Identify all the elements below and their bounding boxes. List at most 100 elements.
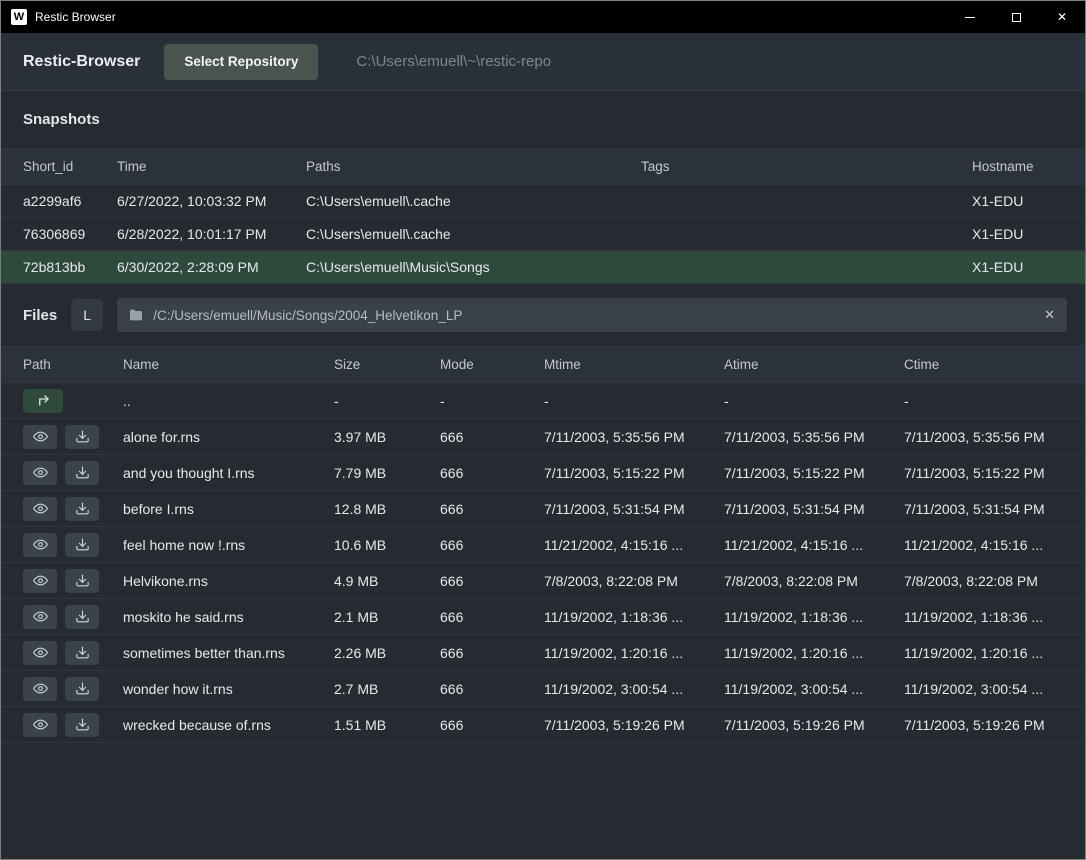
snapshot-paths: C:\Users\emuell\.cache <box>306 193 641 209</box>
column-mtime: Mtime <box>544 357 724 372</box>
file-mode: 666 <box>440 573 544 589</box>
file-atime: 7/11/2003, 5:19:26 PM <box>724 717 904 733</box>
column-name: Name <box>123 357 334 372</box>
download-file-button[interactable] <box>65 461 99 485</box>
file-row: wonder how it.rns 2.7 MB 666 11/19/2002,… <box>1 671 1085 707</box>
download-file-button[interactable] <box>65 677 99 701</box>
file-atime: 7/11/2003, 5:31:54 PM <box>724 501 904 517</box>
file-name: alone for.rns <box>123 429 334 445</box>
download-file-button[interactable] <box>65 641 99 665</box>
column-hostname: Hostname <box>972 159 1063 174</box>
column-atime: Atime <box>724 357 904 372</box>
column-time: Time <box>117 159 306 174</box>
column-mode: Mode <box>440 357 544 372</box>
repository-path: C:\Users\emuell\~\restic-repo <box>356 53 551 70</box>
preview-file-button[interactable] <box>23 461 57 485</box>
file-row: before I.rns 12.8 MB 666 7/11/2003, 5:31… <box>1 491 1085 527</box>
download-file-button[interactable] <box>65 569 99 593</box>
file-ctime: 11/19/2002, 1:18:36 ... <box>904 609 1063 625</box>
download-file-button[interactable] <box>65 713 99 737</box>
file-size: 12.8 MB <box>334 501 440 517</box>
snapshot-row[interactable]: a2299af6 6/27/2022, 10:03:32 PM C:\Users… <box>1 185 1085 218</box>
file-row: sometimes better than.rns 2.26 MB 666 11… <box>1 635 1085 671</box>
file-row: Helvikone.rns 4.9 MB 666 7/8/2003, 8:22:… <box>1 563 1085 599</box>
select-repository-button[interactable]: Select Repository <box>164 44 318 80</box>
file-mode: 666 <box>440 501 544 517</box>
file-mtime: 7/11/2003, 5:15:22 PM <box>544 465 724 481</box>
snapshot-row[interactable]: 72b813bb 6/30/2022, 2:28:09 PM C:\Users\… <box>1 251 1085 284</box>
snapshot-time: 6/27/2022, 10:03:32 PM <box>117 193 306 209</box>
preview-file-button[interactable] <box>23 497 57 521</box>
preview-file-button[interactable] <box>23 533 57 557</box>
file-mtime: 7/11/2003, 5:19:26 PM <box>544 717 724 733</box>
preview-file-button[interactable] <box>23 425 57 449</box>
titlebar: W Restic Browser ✕ <box>1 1 1085 33</box>
minimize-button[interactable] <box>947 1 993 33</box>
download-file-button[interactable] <box>65 497 99 521</box>
file-size: 3.97 MB <box>334 429 440 445</box>
file-name: before I.rns <box>123 501 334 517</box>
preview-file-button[interactable] <box>23 605 57 629</box>
file-size: 10.6 MB <box>334 537 440 553</box>
snapshots-header-row: Short_id Time Paths Tags Hostname <box>1 148 1085 185</box>
eye-icon <box>33 681 48 696</box>
download-file-button[interactable] <box>65 605 99 629</box>
file-mtime: - <box>544 393 724 409</box>
file-size: - <box>334 393 440 409</box>
column-ctime: Ctime <box>904 357 1063 372</box>
go-up-button[interactable] <box>23 389 63 413</box>
file-name: wrecked because of.rns <box>123 717 334 733</box>
column-size: Size <box>334 357 440 372</box>
file-mode: 666 <box>440 645 544 661</box>
latest-snapshot-button[interactable]: L <box>71 299 103 331</box>
file-atime: 7/11/2003, 5:15:22 PM <box>724 465 904 481</box>
file-mtime: 11/21/2002, 4:15:16 ... <box>544 537 724 553</box>
file-size: 4.9 MB <box>334 573 440 589</box>
file-mtime: 7/11/2003, 5:35:56 PM <box>544 429 724 445</box>
files-bar: Files L ✕ <box>1 284 1085 346</box>
eye-icon <box>33 645 48 660</box>
file-row: wrecked because of.rns 1.51 MB 666 7/11/… <box>1 707 1085 743</box>
eye-icon <box>33 717 48 732</box>
snapshot-time: 6/30/2022, 2:28:09 PM <box>117 259 306 275</box>
download-icon <box>75 429 90 444</box>
file-mode: 666 <box>440 609 544 625</box>
file-ctime: 7/11/2003, 5:31:54 PM <box>904 501 1063 517</box>
download-icon <box>75 537 90 552</box>
eye-icon <box>33 609 48 624</box>
snapshot-hostname: X1-EDU <box>972 259 1063 275</box>
preview-file-button[interactable] <box>23 713 57 737</box>
file-mtime: 7/11/2003, 5:31:54 PM <box>544 501 724 517</box>
preview-file-button[interactable] <box>23 569 57 593</box>
preview-file-button[interactable] <box>23 677 57 701</box>
close-button[interactable]: ✕ <box>1039 1 1085 33</box>
snapshot-row[interactable]: 76306869 6/28/2022, 10:01:17 PM C:\Users… <box>1 218 1085 251</box>
file-size: 2.1 MB <box>334 609 440 625</box>
preview-file-button[interactable] <box>23 641 57 665</box>
file-name: feel home now !.rns <box>123 537 334 553</box>
file-ctime: 7/8/2003, 8:22:08 PM <box>904 573 1063 589</box>
download-file-button[interactable] <box>65 533 99 557</box>
download-file-button[interactable] <box>65 425 99 449</box>
file-row: moskito he said.rns 2.1 MB 666 11/19/200… <box>1 599 1085 635</box>
maximize-button[interactable] <box>993 1 1039 33</box>
column-tags: Tags <box>641 159 972 174</box>
window-title: Restic Browser <box>35 10 116 24</box>
parent-directory-row: .. - - - - - <box>1 383 1085 419</box>
file-ctime: 11/19/2002, 1:20:16 ... <box>904 645 1063 661</box>
snapshot-hostname: X1-EDU <box>972 193 1063 209</box>
file-row: and you thought I.rns 7.79 MB 666 7/11/2… <box>1 455 1085 491</box>
file-atime: 11/19/2002, 1:20:16 ... <box>724 645 904 661</box>
file-atime: 7/8/2003, 8:22:08 PM <box>724 573 904 589</box>
download-icon <box>75 717 90 732</box>
files-title: Files <box>23 307 57 324</box>
file-atime: - <box>724 393 904 409</box>
path-input[interactable] <box>117 298 1067 332</box>
file-mode: 666 <box>440 537 544 553</box>
download-icon <box>75 645 90 660</box>
file-name: moskito he said.rns <box>123 609 334 625</box>
clear-path-icon[interactable]: ✕ <box>1044 307 1055 323</box>
file-ctime: 7/11/2003, 5:19:26 PM <box>904 717 1063 733</box>
download-icon <box>75 681 90 696</box>
file-atime: 11/19/2002, 1:18:36 ... <box>724 609 904 625</box>
